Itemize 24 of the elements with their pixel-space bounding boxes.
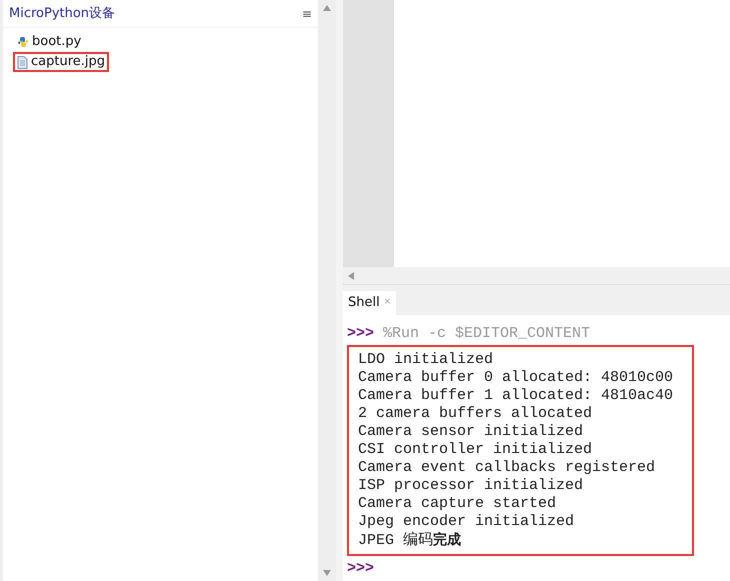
output-line: Camera buffer 1 allocated: 4810ac40 bbox=[358, 387, 674, 405]
scroll-left-icon[interactable] bbox=[347, 270, 355, 280]
output-line: Camera sensor initialized bbox=[358, 423, 584, 441]
shell-prompt: >>> bbox=[347, 560, 374, 577]
python-file-icon bbox=[17, 36, 29, 48]
shell-tab[interactable]: Shell × bbox=[343, 291, 396, 315]
output-line: Camera event callbacks registered bbox=[358, 459, 656, 477]
output-line: Jpeg encoder initialized bbox=[358, 513, 576, 531]
file-name[interactable]: capture.jpg bbox=[31, 52, 106, 72]
output-line: LDO initialized bbox=[358, 351, 494, 369]
shell-prompt: >>> bbox=[347, 325, 374, 342]
scroll-down-icon[interactable] bbox=[322, 569, 332, 577]
output-line: CSI controller initialized bbox=[358, 441, 594, 459]
output-line: Camera buffer 0 allocated: 48010c00 bbox=[358, 369, 674, 387]
output-line: ISP processor initialized bbox=[358, 477, 584, 495]
shell-command: %Run -c $EDITOR_CONTENT bbox=[383, 325, 590, 342]
output-line: Camera capture started bbox=[358, 495, 558, 513]
output-line: 2 camera buffers allocated bbox=[358, 405, 594, 423]
panel-title: MicroPython设备 bbox=[9, 4, 116, 23]
output-line: JPEG 编码完成 bbox=[358, 531, 462, 550]
menu-icon[interactable]: ≡ bbox=[302, 4, 312, 22]
scroll-up-icon[interactable] bbox=[322, 4, 332, 12]
file-icon bbox=[17, 56, 28, 68]
file-name[interactable]: boot.py bbox=[32, 32, 82, 52]
